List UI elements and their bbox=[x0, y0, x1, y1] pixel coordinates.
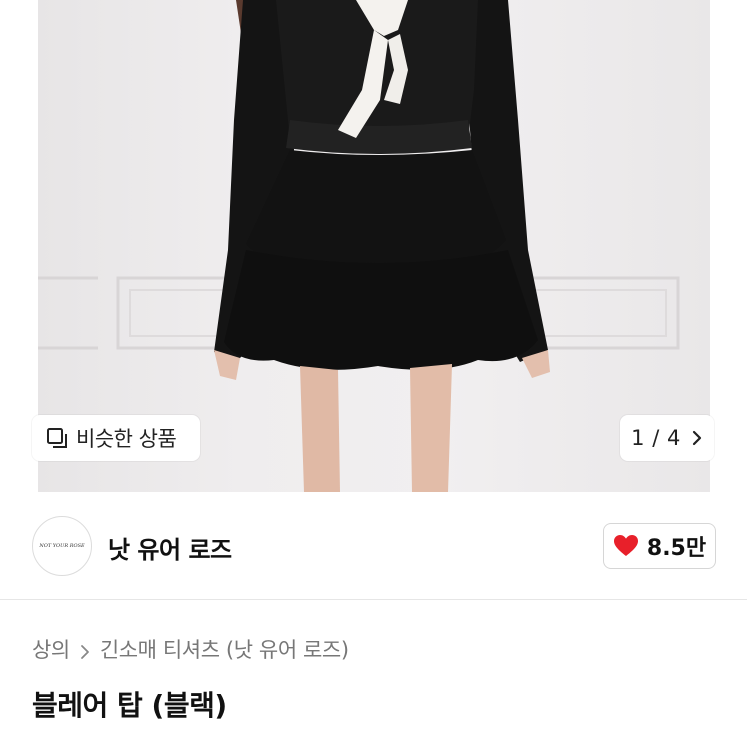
product-title: 블레어 탑 (블랙) bbox=[32, 689, 227, 722]
similar-products-label: 비슷한 상품 bbox=[76, 427, 177, 451]
shop-row: NOT YOUR ROSE 낫 유어 로즈 8.5만 bbox=[0, 492, 747, 600]
shop-avatar-text: NOT YOUR ROSE bbox=[39, 543, 85, 549]
chevron-right-icon bbox=[80, 641, 90, 659]
product-gallery[interactable]: 비슷한 상품 1 / 4 bbox=[0, 0, 747, 492]
image-pager[interactable]: 1 / 4 bbox=[620, 415, 714, 461]
like-count: 8.5만 bbox=[646, 536, 707, 561]
similar-products-button[interactable]: 비슷한 상품 bbox=[32, 415, 200, 461]
shop-avatar[interactable]: NOT YOUR ROSE bbox=[32, 516, 92, 576]
breadcrumb-category[interactable]: 상의 bbox=[32, 634, 70, 664]
shop-name[interactable]: 낫 유어 로즈 bbox=[108, 530, 232, 565]
chevron-right-icon bbox=[691, 429, 703, 447]
breadcrumb: 상의 긴소매 티셔츠 (낫 유어 로즈) bbox=[32, 634, 349, 664]
similar-products-icon bbox=[46, 427, 68, 449]
image-counter: 1 / 4 bbox=[631, 426, 681, 450]
heart-icon bbox=[613, 534, 639, 558]
like-button[interactable]: 8.5만 bbox=[603, 523, 716, 569]
breadcrumb-subcategory[interactable]: 긴소매 티셔츠 (낫 유어 로즈) bbox=[100, 634, 349, 664]
